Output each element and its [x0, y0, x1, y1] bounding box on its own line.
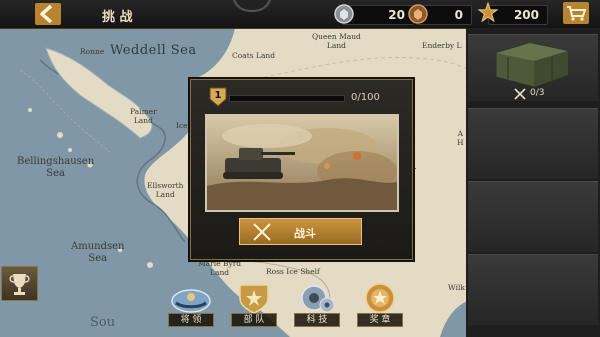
- crossed-swords-icon: [514, 88, 526, 100]
- reward-slot-4[interactable]: [468, 254, 598, 325]
- shopping-cart-icon: [563, 2, 589, 24]
- map-label-enderby-land: Enderby L: [422, 41, 462, 50]
- progress-bar: [229, 95, 345, 102]
- troops-shield-icon: [239, 284, 269, 314]
- reward-side-panel: 0/3: [466, 28, 600, 337]
- shop-button[interactable]: [563, 2, 589, 24]
- map-label-marie-byrd-land: Marie Byrd Land: [198, 259, 242, 277]
- map-label-queen-maud-land: Queen Maud Land: [312, 32, 361, 50]
- bronze-medal-icon: [408, 4, 428, 24]
- fight-button-label: 战斗: [294, 227, 316, 240]
- nav-troops-label: 部 队: [231, 313, 277, 327]
- tank-battle-image: [207, 116, 397, 210]
- trophy-icon: [9, 274, 30, 295]
- top-dial-ornament: [232, 0, 272, 12]
- nav-medals-button[interactable]: 奖 章: [357, 281, 403, 327]
- nav-generals-button[interactable]: 将 领: [168, 281, 214, 327]
- crate-count-row: 0/3: [466, 88, 600, 102]
- back-button[interactable]: [35, 3, 61, 25]
- resource-bronze-medal: 0: [408, 4, 472, 25]
- progress-text: 0/100: [351, 92, 380, 103]
- medal-icon: [365, 283, 395, 313]
- level-number: 1: [214, 90, 222, 101]
- map-label-ross-ice-shelf: Ross Ice Shelf: [266, 267, 320, 276]
- crate-count-text: 0/3: [530, 88, 545, 98]
- silver-medal-icon: [334, 4, 354, 24]
- silver-medal-count: 20: [388, 8, 405, 22]
- general-cap-icon: [171, 289, 211, 313]
- map-label-coats-land: Coats Land: [232, 51, 276, 60]
- reward-slot-2[interactable]: [468, 108, 598, 179]
- map-label-weddell-sea: Weddell Sea: [110, 43, 197, 58]
- resource-silver-medal: 20: [334, 4, 414, 25]
- page-title: 挑 战: [102, 10, 133, 25]
- map-label-bellingshausen-sea: Bellingshausen Sea: [17, 156, 95, 179]
- reward-slot-3[interactable]: [468, 181, 598, 252]
- trophy-button[interactable]: [1, 266, 38, 301]
- map-label-ellsworth-land: Ellsworth Land: [147, 181, 184, 199]
- crossed-swords-icon: [253, 223, 271, 241]
- top-bar: 挑 战 20 0 200: [0, 0, 600, 29]
- nav-troops-button[interactable]: 部 队: [231, 281, 277, 327]
- gold-star-icon: [477, 2, 499, 23]
- map-label-southern: Sou: [90, 315, 116, 330]
- chevron-left-icon: [35, 3, 61, 25]
- level-badge: 1: [207, 87, 229, 107]
- nav-tech-button[interactable]: 科 技: [294, 281, 340, 327]
- map-label-wilkes: Wilk: [448, 283, 465, 292]
- map-label-right-partial: A H: [457, 129, 464, 147]
- nav-medals-label: 奖 章: [357, 313, 403, 327]
- map-label-amundsen-sea: Amundsen Sea: [71, 241, 125, 264]
- battle-illustration: [205, 114, 399, 212]
- gold-star-count: 200: [513, 8, 539, 22]
- nav-generals-label: 将 领: [168, 313, 214, 327]
- map-label-palmer-land: Palmer Land: [130, 107, 157, 125]
- resource-gold-star: 200: [477, 2, 548, 25]
- fight-button[interactable]: 战斗: [239, 218, 362, 245]
- tech-gear-icon: [301, 285, 335, 313]
- nav-tech-label: 科 技: [294, 313, 340, 327]
- bronze-medal-count: 0: [454, 8, 463, 22]
- map-label-ronne: Ronne: [80, 47, 105, 56]
- challenge-popup: 1 0/100 战斗: [190, 79, 413, 260]
